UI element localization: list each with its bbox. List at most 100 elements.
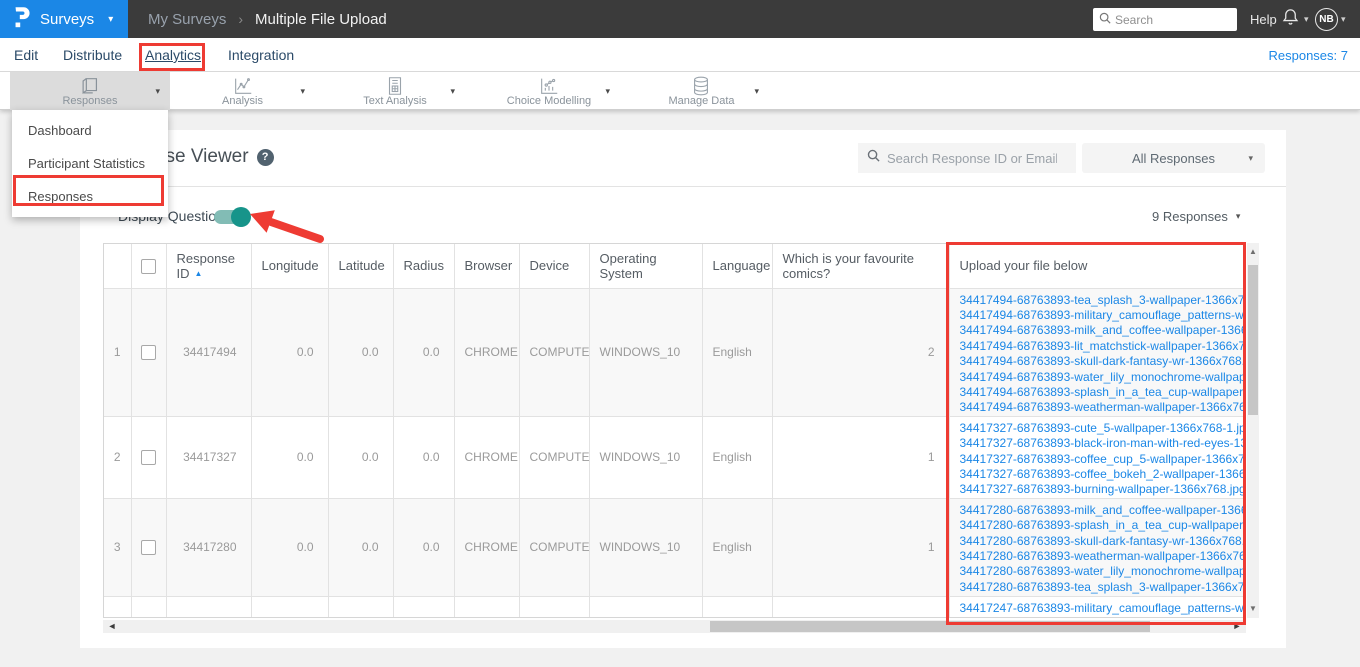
file-link[interactable]: 34417280-68763893-tea_splash_3-wallpaper…	[960, 580, 1245, 595]
responses-dropdown-caret-icon[interactable]: ▾	[155, 86, 160, 97]
row-number: 2	[104, 416, 132, 499]
file-link[interactable]: 34417494-68763893-milk_and_coffee-wallpa…	[960, 323, 1245, 338]
horizontal-scrollbar[interactable]: ◄ ►	[103, 620, 1246, 633]
response-filter-dropdown[interactable]: All Responses ▾	[1082, 143, 1265, 173]
file-link[interactable]: 34417280-68763893-milk_and_coffee-wallpa…	[960, 503, 1245, 518]
toolbar-manage-data[interactable]: Manage Data ▾	[634, 72, 769, 110]
file-link[interactable]: 34417247-68763893-splash_in_a_tea_cup-wa…	[960, 616, 1245, 617]
toolbar-text-analysis-label: Text Analysis	[363, 95, 427, 107]
file-link[interactable]: 34417327-68763893-cute_5-wallpaper-1366x…	[960, 421, 1245, 436]
display-questions-toggle[interactable]	[214, 207, 251, 227]
cell-latitude: 0.0	[328, 288, 394, 417]
questionpro-logo-icon	[13, 6, 30, 33]
vertical-scroll-thumb[interactable]	[1248, 265, 1258, 415]
analysis-dropdown-caret-icon[interactable]: ▾	[300, 86, 305, 97]
file-link[interactable]: 34417494-68763893-splash_in_a_tea_cup-wa…	[960, 385, 1245, 400]
manage-data-dropdown-caret-icon[interactable]: ▾	[754, 86, 759, 97]
top-bar: Surveys ▾ My Surveys › Multiple File Upl…	[0, 0, 1360, 38]
cell-response-id[interactable]: 34417280	[166, 498, 252, 597]
file-link[interactable]: 34417494-68763893-lit_matchstick-wallpap…	[960, 339, 1245, 354]
toolbar-analysis-label: Analysis	[222, 95, 263, 107]
row-number: 3	[104, 498, 132, 597]
analytics-toolbar: Responses ▾ Analysis ▾ Text Analysis ▾ C…	[0, 72, 1360, 110]
scroll-left-icon[interactable]: ◄	[105, 620, 119, 633]
cell-response-id	[166, 596, 252, 617]
tab-distribute[interactable]: Distribute	[63, 38, 122, 72]
file-link[interactable]: 34417247-68763893-military_camouflage_pa…	[960, 601, 1245, 616]
horizontal-scroll-thumb[interactable]	[710, 621, 1150, 632]
scroll-up-icon[interactable]: ▲	[1247, 245, 1259, 259]
cell-device: COMPUTER	[519, 416, 590, 499]
cell-response-id[interactable]: 34417494	[166, 288, 252, 417]
select-all-checkbox[interactable]	[141, 258, 156, 274]
file-link[interactable]: 34417494-68763893-weatherman-wallpaper-1…	[960, 400, 1245, 415]
row-checkbox[interactable]	[141, 449, 156, 465]
divider	[80, 186, 1286, 187]
surveys-product-menu[interactable]: Surveys ▾	[0, 0, 128, 38]
sort-asc-icon: ▲	[194, 268, 203, 278]
response-search[interactable]	[858, 143, 1076, 173]
menu-item-participant-statistics[interactable]: Participant Statistics	[12, 147, 168, 180]
row-checkbox[interactable]	[141, 344, 156, 360]
file-link[interactable]: 34417327-68763893-burning-wallpaper-1366…	[960, 482, 1245, 497]
toolbar-text-analysis[interactable]: Text Analysis ▾	[325, 72, 465, 110]
help-icon[interactable]: ?	[256, 148, 274, 166]
file-link[interactable]: 34417494-68763893-tea_splash_3-wallpaper…	[960, 293, 1245, 308]
responses-count-link[interactable]: Responses: 7	[1269, 38, 1349, 72]
header-operating-system[interactable]: Operating System	[589, 244, 703, 289]
responses-count-dropdown[interactable]: 9 Responses ▾	[1152, 209, 1240, 224]
table-row: 3 34417280 0.0 0.0 0.0 CHROME COMPUTER W…	[104, 498, 1245, 597]
table-row: 34417247-68763893-military_camouflage_pa…	[104, 596, 1245, 617]
scroll-down-icon[interactable]: ▼	[1247, 602, 1259, 616]
tab-analytics[interactable]: Analytics	[145, 38, 201, 72]
cell-os: WINDOWS_10	[589, 416, 703, 499]
header-comics-question[interactable]: Which is your favourite comics?	[772, 244, 950, 289]
menu-item-dashboard[interactable]: Dashboard	[12, 114, 168, 147]
help-link[interactable]: Help	[1250, 0, 1277, 38]
global-search-input[interactable]	[1115, 12, 1225, 27]
row-number	[104, 596, 132, 617]
row-checkbox[interactable]	[141, 539, 156, 555]
toolbar-responses[interactable]: Responses ▾	[10, 72, 170, 110]
file-link[interactable]: 34417280-68763893-water_lily_monochrome-…	[960, 564, 1245, 579]
menu-item-responses[interactable]: Responses	[12, 180, 168, 213]
text-analysis-dropdown-caret-icon[interactable]: ▾	[450, 86, 455, 97]
header-device[interactable]: Device	[519, 244, 590, 289]
global-search[interactable]	[1093, 8, 1237, 31]
toolbar-choice-modelling[interactable]: Choice Modelling ▾	[478, 72, 620, 110]
header-row-number	[104, 244, 132, 289]
file-link[interactable]: 34417327-68763893-coffee_cup_5-wallpaper…	[960, 452, 1245, 467]
cell-comics: 2	[772, 288, 950, 417]
cell-device: COMPUTER	[519, 288, 590, 417]
account-menu[interactable]: NB ▾	[1315, 0, 1346, 38]
toolbar-responses-label: Responses	[62, 95, 118, 107]
cell-uploaded-files: 34417494-68763893-tea_splash_3-wallpaper…	[949, 288, 1245, 417]
scroll-right-icon[interactable]: ►	[1230, 620, 1244, 633]
file-link[interactable]: 34417327-68763893-black-iron-man-with-re…	[960, 436, 1245, 451]
file-link[interactable]: 34417494-68763893-military_camouflage_pa…	[960, 308, 1245, 323]
breadcrumb-my-surveys[interactable]: My Surveys	[148, 11, 226, 28]
header-language[interactable]: Language	[702, 244, 773, 289]
file-link[interactable]: 34417280-68763893-weatherman-wallpaper-1…	[960, 549, 1245, 564]
header-longitude[interactable]: Longitude	[251, 244, 329, 289]
file-link[interactable]: 34417280-68763893-splash_in_a_tea_cup-wa…	[960, 518, 1245, 533]
choice-modelling-dropdown-caret-icon[interactable]: ▾	[605, 86, 610, 97]
cell-device	[519, 596, 590, 617]
cell-response-id[interactable]: 34417327	[166, 416, 252, 499]
header-radius[interactable]: Radius	[393, 244, 455, 289]
file-link[interactable]: 34417494-68763893-skull-dark-fantasy-wr-…	[960, 354, 1245, 369]
file-link[interactable]: 34417280-68763893-skull-dark-fantasy-wr-…	[960, 534, 1245, 549]
header-browser[interactable]: Browser	[454, 244, 520, 289]
toolbar-analysis[interactable]: Analysis ▾	[170, 72, 315, 110]
file-link[interactable]: 34417494-68763893-water_lily_monochrome-…	[960, 370, 1245, 385]
file-link[interactable]: 34417327-68763893-coffee_bokeh_2-wallpap…	[960, 467, 1245, 482]
response-search-input[interactable]	[887, 150, 1057, 166]
vertical-scrollbar[interactable]: ▲ ▼	[1247, 243, 1259, 618]
cell-latitude: 0.0	[328, 416, 394, 499]
tab-integration[interactable]: Integration	[228, 38, 294, 72]
header-upload-question[interactable]: Upload your file below	[949, 244, 1244, 289]
notifications-menu[interactable]: ▾	[1281, 0, 1309, 38]
header-response-id[interactable]: Response ID ▲	[166, 244, 252, 289]
header-latitude[interactable]: Latitude	[328, 244, 394, 289]
tab-edit[interactable]: Edit	[14, 38, 38, 72]
